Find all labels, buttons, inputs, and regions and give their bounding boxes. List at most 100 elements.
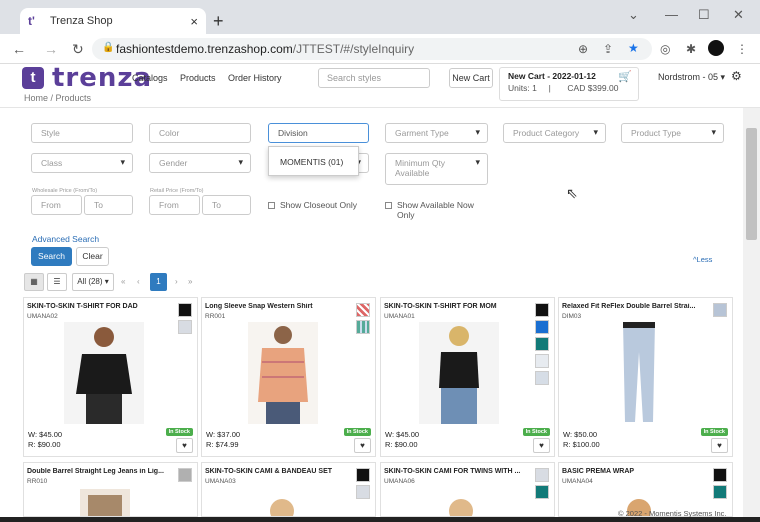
- search-styles-input[interactable]: Search styles: [318, 68, 430, 88]
- product-type-select[interactable]: Product Type: [621, 123, 724, 143]
- product-sku: UMANA04: [562, 478, 593, 485]
- favorite-heart-icon[interactable]: ♥: [354, 438, 371, 453]
- next-page-icon[interactable]: ›: [175, 273, 178, 291]
- list-view-icon[interactable]: ☰: [47, 273, 67, 291]
- color-swatch[interactable]: [356, 485, 370, 499]
- prev-page-icon[interactable]: ‹: [137, 273, 140, 291]
- color-swatch[interactable]: [356, 303, 370, 317]
- product-image[interactable]: [248, 322, 318, 424]
- more-menu-icon[interactable]: ⋮: [736, 42, 748, 56]
- trenza-logo-icon[interactable]: t: [22, 67, 44, 89]
- division-input[interactable]: Division: [268, 123, 369, 143]
- favorite-heart-icon[interactable]: ♥: [711, 438, 728, 453]
- color-swatch[interactable]: [356, 320, 370, 334]
- color-swatch[interactable]: [713, 303, 727, 317]
- product-image[interactable]: [262, 493, 302, 517]
- wholesale-to-input[interactable]: To: [84, 195, 133, 215]
- min-qty-select[interactable]: Minimum Qty Available: [385, 153, 488, 185]
- product-image[interactable]: [441, 493, 481, 517]
- color-swatch[interactable]: [535, 468, 549, 482]
- nav-order-history[interactable]: Order History: [228, 73, 282, 83]
- url-field[interactable]: 🔒 fashiontestdemo.trenzashop.com/JTTEST/…: [92, 38, 652, 60]
- favorite-heart-icon[interactable]: ♥: [533, 438, 550, 453]
- color-swatch[interactable]: [535, 320, 549, 334]
- division-option[interactable]: MOMENTIS (01): [280, 157, 343, 167]
- style-input[interactable]: Style: [31, 123, 133, 143]
- page-1-button[interactable]: 1: [150, 273, 167, 291]
- url-host: fashiontestdemo.trenzashop.com: [116, 42, 293, 56]
- color-input[interactable]: Color: [149, 123, 251, 143]
- color-swatch[interactable]: [356, 468, 370, 482]
- store-selector[interactable]: Nordstrom - 05 ▾: [658, 72, 725, 83]
- checkbox-box[interactable]: [385, 202, 392, 209]
- checkbox-box[interactable]: [268, 202, 275, 209]
- product-sku: DIM03: [562, 313, 582, 320]
- close-window-icon[interactable]: ✕: [733, 7, 744, 23]
- color-swatch[interactable]: [535, 485, 549, 499]
- new-cart-button[interactable]: New Cart: [449, 68, 493, 88]
- page-scrollbar[interactable]: [743, 108, 760, 522]
- color-swatch[interactable]: [535, 337, 549, 351]
- product-image[interactable]: [419, 322, 499, 424]
- garment-type-select[interactable]: Garment Type: [385, 123, 488, 143]
- reload-icon[interactable]: ↻: [72, 41, 84, 58]
- back-icon[interactable]: ←: [12, 41, 26, 57]
- profile-avatar[interactable]: [708, 40, 724, 56]
- first-page-icon[interactable]: «: [121, 273, 125, 291]
- less-link[interactable]: ^Less: [693, 255, 712, 264]
- color-swatch[interactable]: [535, 371, 549, 385]
- product-image[interactable]: [80, 489, 130, 517]
- extension-icon[interactable]: ◎: [660, 42, 670, 56]
- product-card[interactable]: SKIN-TO-SKIN CAMI & BANDEAU SET UMANA03: [201, 462, 376, 517]
- product-image[interactable]: [609, 322, 669, 424]
- color-swatch[interactable]: [713, 485, 727, 499]
- tab-search-icon[interactable]: ⌄: [628, 7, 639, 23]
- nav-products[interactable]: Products: [180, 73, 216, 83]
- product-category-select[interactable]: Product Category: [503, 123, 606, 143]
- closeout-checkbox[interactable]: Show Closeout Only: [268, 200, 357, 210]
- gender-select[interactable]: Gender: [149, 153, 251, 173]
- product-card[interactable]: SKIN-TO-SKIN T-SHIRT FOR DAD UMANA02 In …: [23, 297, 198, 457]
- product-card[interactable]: Relaxed Fit ReFlex Double Barrel Strai..…: [558, 297, 733, 457]
- advanced-search-link[interactable]: Advanced Search: [32, 234, 99, 244]
- minimize-icon[interactable]: —: [665, 7, 678, 22]
- breadcrumb[interactable]: Home / Products: [24, 93, 91, 103]
- product-image[interactable]: [64, 322, 144, 424]
- color-swatch[interactable]: [178, 320, 192, 334]
- scrollbar-thumb[interactable]: [746, 128, 757, 240]
- bookmark-star-icon[interactable]: ★: [628, 41, 639, 55]
- available-now-checkbox[interactable]: Show Available Now Only: [385, 200, 474, 220]
- share-icon[interactable]: ⇪: [603, 42, 613, 56]
- close-tab-icon[interactable]: ×: [190, 14, 198, 29]
- grid-view-icon[interactable]: ▦: [24, 273, 44, 291]
- last-page-icon[interactable]: »: [188, 273, 192, 291]
- color-swatch[interactable]: [178, 303, 192, 317]
- in-stock-badge: In Stock: [343, 428, 371, 436]
- forward-icon[interactable]: →: [44, 41, 58, 57]
- retail-to-input[interactable]: To: [202, 195, 251, 215]
- puzzle-icon[interactable]: ✱: [686, 42, 696, 56]
- nav-catalogs[interactable]: Catalogs: [132, 73, 168, 83]
- division-dropdown[interactable]: MOMENTIS (01): [268, 146, 359, 176]
- gear-icon[interactable]: ⚙: [731, 69, 742, 83]
- color-swatch[interactable]: [535, 354, 549, 368]
- zoom-icon[interactable]: ⊕: [578, 42, 588, 56]
- product-card[interactable]: Long Sleeve Snap Western Shirt RR001 In …: [201, 297, 376, 457]
- product-card[interactable]: Double Barrel Straight Leg Jeans in Lig.…: [23, 462, 198, 517]
- color-swatch[interactable]: [535, 303, 549, 317]
- color-swatch[interactable]: [178, 468, 192, 482]
- page-size-select[interactable]: All (28) ▾: [72, 273, 114, 291]
- maximize-icon[interactable]: ☐: [698, 7, 710, 23]
- class-select[interactable]: Class: [31, 153, 133, 173]
- clear-button[interactable]: Clear: [76, 247, 109, 266]
- wholesale-from-input[interactable]: From: [31, 195, 82, 215]
- favorite-heart-icon[interactable]: ♥: [176, 438, 193, 453]
- new-tab-icon[interactable]: +: [213, 11, 224, 32]
- browser-tab[interactable]: t' Trenza Shop ×: [20, 8, 206, 34]
- product-card[interactable]: SKIN-TO-SKIN T-SHIRT FOR MOM UMANA01 In …: [380, 297, 555, 457]
- retail-from-input[interactable]: From: [149, 195, 200, 215]
- search-button[interactable]: Search: [31, 247, 72, 266]
- color-swatch[interactable]: [713, 468, 727, 482]
- cart-summary[interactable]: New Cart - 2022-01-12 Units: 1 | CAD $39…: [499, 67, 639, 101]
- product-card[interactable]: SKIN-TO-SKIN CAMI FOR TWINS WITH ... UMA…: [380, 462, 555, 517]
